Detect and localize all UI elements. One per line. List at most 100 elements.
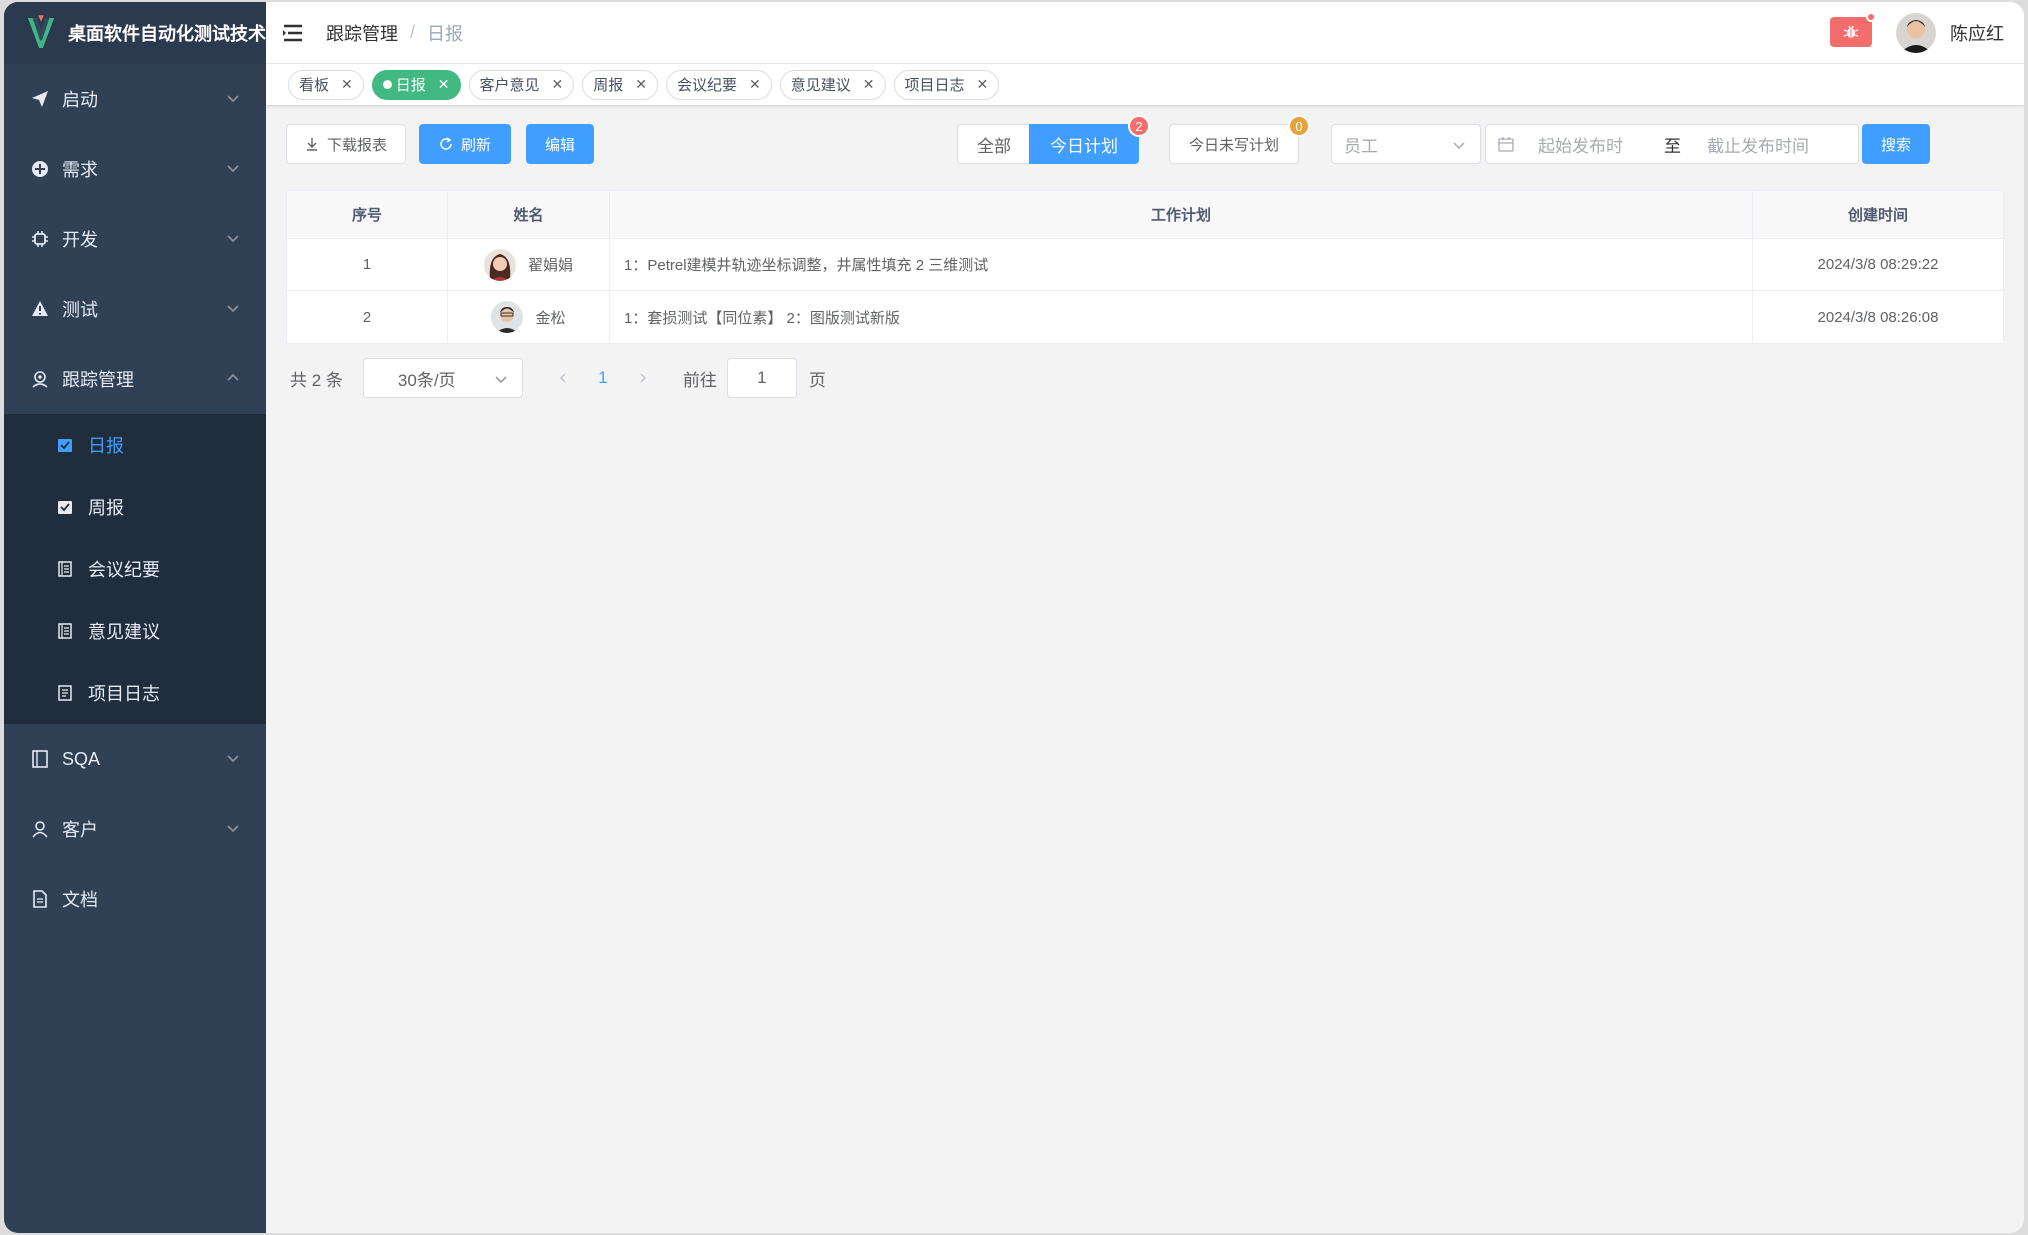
notebook-icon bbox=[56, 622, 74, 640]
close-icon[interactable]: ✕ bbox=[438, 76, 450, 93]
tag-label: 看板 bbox=[299, 77, 330, 94]
page-size-select[interactable]: 30条/页 bbox=[362, 358, 523, 398]
sidebar-item-start[interactable]: 启动 bbox=[4, 64, 266, 134]
chevron-left-icon bbox=[559, 373, 566, 383]
hamburger-icon[interactable] bbox=[282, 23, 304, 43]
content: 下载报表 刷新 编辑 全部 今日计划 2 今日未写计划 0 员工 起始发布时 至… bbox=[286, 106, 2004, 398]
breadcrumb-current: 日报 bbox=[427, 23, 464, 44]
v-logo-icon bbox=[27, 15, 55, 48]
sidebar-item-requirements[interactable]: 需求 bbox=[4, 134, 266, 204]
daily-report-table: 序号 姓名 工作计划 创建时间 1 翟娟娟 1：Petrel建模井轨迹坐标调整，… bbox=[286, 190, 2004, 344]
chevron-down-icon bbox=[495, 376, 507, 384]
table-row[interactable]: 2 金松 1：套损测试【同位素】 2：图版测试新版 2024/3/8 08:26… bbox=[287, 291, 2003, 343]
button-label: 今日未写计划 bbox=[1188, 136, 1279, 154]
app-window: 桌面软件自动化测试技术 启动 需求 开发 测试 跟踪管理 日报 周报 会议纪要 … bbox=[4, 2, 2024, 1233]
cell-plan: 1：Petrel建模井轨迹坐标调整，井属性填充 2 三维测试 bbox=[610, 239, 1753, 290]
start-date-input[interactable]: 起始发布时 bbox=[1538, 132, 1652, 157]
page-suffix: 页 bbox=[808, 370, 826, 390]
cell-plan: 1：套损测试【同位素】 2：图版测试新版 bbox=[610, 291, 1753, 343]
close-icon[interactable]: ✕ bbox=[341, 76, 353, 93]
unwritten-badge: 0 bbox=[1288, 115, 1310, 137]
search-button[interactable]: 搜索 bbox=[1862, 124, 1930, 164]
download-icon bbox=[306, 138, 317, 151]
employee-select[interactable]: 员工 bbox=[1331, 124, 1481, 164]
sidebar-subitem-label: 项目日志 bbox=[88, 684, 160, 704]
button-label: 搜索 bbox=[1880, 136, 1911, 154]
tag-daily-report[interactable]: 日报 ✕ bbox=[371, 69, 461, 100]
end-date-input[interactable]: 截止发布时间 bbox=[1707, 132, 1809, 157]
breadcrumb-parent[interactable]: 跟踪管理 bbox=[326, 20, 398, 46]
button-label: 刷新 bbox=[460, 136, 491, 154]
sidebar-subitem-project-log[interactable]: 项目日志 bbox=[4, 662, 266, 724]
close-icon[interactable]: ✕ bbox=[635, 76, 647, 93]
user-menu[interactable]: 陈应红 bbox=[1896, 13, 2004, 53]
date-range-picker[interactable]: 起始发布时 至 截止发布时间 bbox=[1485, 124, 1859, 164]
tag-meeting-minutes[interactable]: 会议纪要 ✕ bbox=[666, 69, 772, 100]
sidebar-subitem-label: 意见建议 bbox=[88, 622, 160, 642]
chevron-down-icon bbox=[227, 305, 239, 313]
tag-weekly-report[interactable]: 周报 ✕ bbox=[582, 69, 658, 100]
refresh-icon bbox=[440, 137, 452, 150]
chevron-up-icon bbox=[227, 373, 239, 381]
bug-report-button[interactable] bbox=[1830, 12, 1876, 47]
sidebar-item-sqa[interactable]: SQA bbox=[4, 724, 266, 794]
chevron-down-icon bbox=[227, 235, 239, 243]
notebook-icon bbox=[56, 560, 74, 578]
sidebar-subitem-daily-report[interactable]: 日报 bbox=[4, 414, 266, 476]
sidebar-item-testing[interactable]: 测试 bbox=[4, 274, 266, 344]
column-header: 序号 bbox=[287, 191, 448, 238]
button-label: 下载报表 bbox=[326, 136, 387, 154]
goto-page-input[interactable]: 1 bbox=[726, 358, 797, 398]
close-icon[interactable]: ✕ bbox=[552, 76, 564, 93]
sidebar-item-label: 启动 bbox=[62, 90, 98, 110]
document-icon bbox=[30, 889, 50, 909]
next-page-button[interactable] bbox=[622, 358, 663, 398]
page-number-current[interactable]: 1 bbox=[582, 358, 623, 398]
sidebar-item-customers[interactable]: 客户 bbox=[4, 794, 266, 864]
download-report-button[interactable]: 下载报表 bbox=[286, 124, 406, 164]
close-icon[interactable]: ✕ bbox=[977, 76, 989, 93]
filter-today-plan-button[interactable]: 今日计划 2 bbox=[1029, 115, 1150, 164]
logo: 桌面软件自动化测试技术 bbox=[4, 2, 266, 64]
user-name: 陈应红 bbox=[1950, 24, 2004, 44]
active-dot bbox=[382, 80, 392, 89]
sidebar-item-documents[interactable]: 文档 bbox=[4, 864, 266, 934]
sidebar-subitem-meeting-minutes[interactable]: 会议纪要 bbox=[4, 538, 266, 600]
tag-dashboard[interactable]: 看板 ✕ bbox=[288, 69, 364, 100]
tag-label: 周报 bbox=[593, 77, 624, 94]
clipboard-check-icon bbox=[56, 498, 74, 516]
column-header: 创建时间 bbox=[1847, 207, 1908, 224]
sidebar-subitem-weekly-report[interactable]: 周报 bbox=[4, 476, 266, 538]
filter-all-button[interactable]: 全部 bbox=[957, 124, 1031, 164]
edit-button[interactable]: 编辑 bbox=[526, 124, 594, 164]
close-icon[interactable]: ✕ bbox=[863, 76, 875, 93]
tag-customer-feedback[interactable]: 客户意见 ✕ bbox=[468, 69, 575, 100]
sidebar-item-tracking[interactable]: 跟踪管理 bbox=[4, 344, 266, 414]
sidebar-item-development[interactable]: 开发 bbox=[4, 204, 266, 274]
close-icon[interactable]: ✕ bbox=[749, 76, 761, 93]
warning-icon bbox=[30, 299, 50, 319]
avatar bbox=[491, 301, 524, 333]
navbar: 跟踪管理 / 日报 陈应红 bbox=[266, 2, 2024, 64]
sidebar-subitem-suggestions[interactable]: 意见建议 bbox=[4, 600, 266, 662]
clipboard-check-icon bbox=[56, 436, 74, 454]
table-header: 序号 姓名 工作计划 创建时间 bbox=[287, 191, 2003, 239]
main-area: 跟踪管理 / 日报 陈应红 看板 ✕ 日报 ✕ 客户意见 ✕ 周报 ✕ 会议纪要 ✕ 意见… bbox=[266, 2, 2024, 1233]
tag-suggestions[interactable]: 意见建议 ✕ bbox=[779, 69, 886, 100]
tag-project-log[interactable]: 项目日志 ✕ bbox=[893, 69, 1000, 100]
pagination-total: 共 2 条 bbox=[290, 370, 343, 390]
refresh-button[interactable]: 刷新 bbox=[419, 124, 511, 164]
button-label: 编辑 bbox=[544, 136, 575, 154]
prev-page-button[interactable] bbox=[542, 358, 583, 398]
sidebar-subitem-label: 会议纪要 bbox=[88, 560, 160, 580]
toolbar: 下载报表 刷新 编辑 全部 今日计划 2 今日未写计划 0 员工 起始发布时 至… bbox=[286, 106, 2004, 166]
today-plan-badge: 2 bbox=[1128, 115, 1150, 137]
table-row[interactable]: 1 翟娟娟 1：Petrel建模井轨迹坐标调整，井属性填充 2 三维测试 202… bbox=[287, 239, 2003, 291]
filter-unwritten-button[interactable]: 今日未写计划 0 bbox=[1169, 115, 1310, 164]
cell-index: 2 bbox=[287, 291, 448, 343]
sidebar-subitem-label: 周报 bbox=[88, 498, 124, 518]
chevron-down-icon bbox=[227, 165, 239, 173]
plus-circle-icon bbox=[30, 159, 50, 179]
cell-time: 2024/3/8 08:29:22 bbox=[1817, 256, 1939, 273]
cell-name: 翟娟娟 bbox=[448, 239, 610, 290]
